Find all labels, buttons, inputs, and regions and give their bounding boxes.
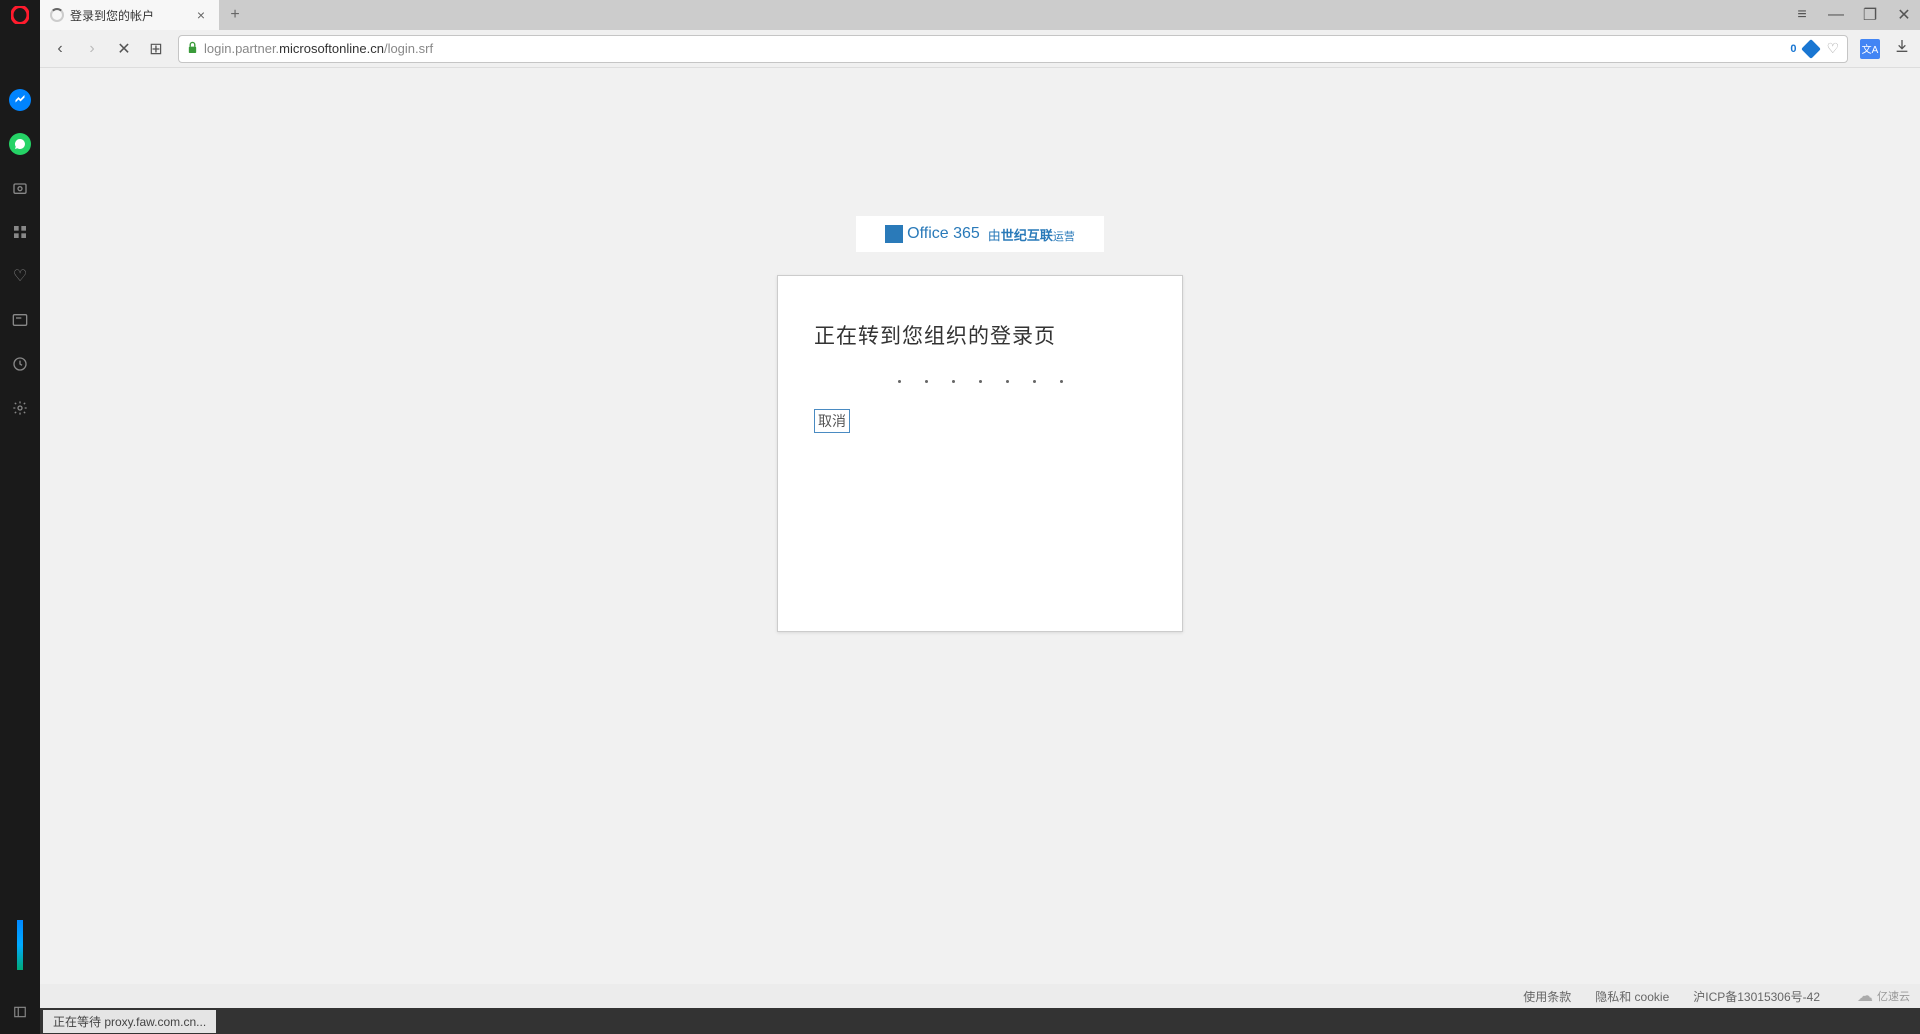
office365-logo-banner: Office 365 由世纪互联运营 <box>856 216 1104 252</box>
speed-dial-button[interactable]: ⊞ <box>146 39 166 59</box>
personal-news-icon[interactable] <box>0 298 40 342</box>
page-content: Office 365 由世纪互联运营 正在转到您组织的登录页 取消 使用条款 隐… <box>40 68 1920 1008</box>
watermark-cloud-icon: ☁ <box>1857 986 1873 1006</box>
watermark: ☁ 亿速云 <box>1857 986 1910 1006</box>
tab-bar: 登录到您的帐户 × + ≡ — ❐ ✕ <box>40 0 1920 30</box>
easy-setup-icon[interactable]: ≡ <box>1794 7 1810 23</box>
address-bar[interactable]: login.partner.microsoftonline.cn/login.s… <box>178 35 1848 63</box>
back-button[interactable]: ‹ <box>50 40 70 58</box>
adblock-shield-icon[interactable] <box>1802 39 1822 59</box>
page-footer: 使用条款 隐私和 cookie 沪ICP备13015306号-42 <box>40 984 1920 1008</box>
whatsapp-icon[interactable] <box>9 133 31 155</box>
settings-gear-icon[interactable] <box>0 386 40 430</box>
maximize-button[interactable]: ❐ <box>1862 7 1878 23</box>
opera-sidebar: ♡ <box>0 0 40 1034</box>
volume-indicator <box>17 920 23 970</box>
login-card: 正在转到您组织的登录页 取消 <box>777 275 1183 632</box>
navigation-bar: ‹ › ✕ ⊞ login.partner.microsoftonline.cn… <box>40 30 1920 68</box>
loading-spinner-icon <box>50 8 64 22</box>
status-bar: 正在等待 proxy.faw.com.cn... <box>40 1008 1920 1034</box>
browser-tab[interactable]: 登录到您的帐户 × <box>40 0 220 30</box>
bookmarks-heart-icon[interactable]: ♡ <box>0 254 40 298</box>
url-text: login.partner.microsoftonline.cn/login.s… <box>204 41 433 56</box>
blocked-count: 0 <box>1790 43 1796 55</box>
lock-icon <box>187 41 198 57</box>
window-controls: ≡ — ❐ ✕ <box>1794 0 1912 30</box>
watermark-text: 亿速云 <box>1877 988 1910 1004</box>
opera-logo-icon[interactable] <box>0 0 40 30</box>
stop-reload-button[interactable]: ✕ <box>114 39 134 59</box>
url-domain: microsoftonline.cn <box>279 41 384 56</box>
bookmark-heart-icon[interactable]: ♡ <box>1826 40 1839 57</box>
privacy-link[interactable]: 隐私和 cookie <box>1595 988 1669 1005</box>
speed-dial-icon[interactable] <box>0 210 40 254</box>
new-tab-button[interactable]: + <box>220 0 250 30</box>
downloads-icon[interactable] <box>1894 38 1910 59</box>
operator-text: 由世纪互联运营 <box>988 225 1075 244</box>
url-path: /login.srf <box>384 41 433 56</box>
tab-close-button[interactable]: × <box>193 7 209 23</box>
redirect-heading: 正在转到您组织的登录页 <box>814 320 1146 350</box>
forward-button[interactable]: › <box>82 40 102 58</box>
url-prefix: login.partner. <box>204 41 279 56</box>
minimize-button[interactable]: — <box>1828 7 1844 23</box>
icp-link[interactable]: 沪ICP备13015306号-42 <box>1693 988 1820 1005</box>
close-window-button[interactable]: ✕ <box>1896 7 1912 23</box>
messenger-icon[interactable] <box>9 89 31 111</box>
status-text: 正在等待 proxy.faw.com.cn... <box>43 1010 216 1033</box>
loading-dots <box>814 380 1146 383</box>
office365-brand-text: Office 365 <box>907 225 980 243</box>
translate-icon[interactable]: 文A <box>1860 39 1880 59</box>
sidebar-panel-toggle-icon[interactable] <box>0 1000 40 1024</box>
tab-title: 登录到您的帐户 <box>70 7 187 24</box>
cancel-link[interactable]: 取消 <box>814 409 850 433</box>
office-icon <box>885 225 903 243</box>
history-icon[interactable] <box>0 342 40 386</box>
terms-link[interactable]: 使用条款 <box>1523 988 1571 1005</box>
snapshot-icon[interactable] <box>0 166 40 210</box>
